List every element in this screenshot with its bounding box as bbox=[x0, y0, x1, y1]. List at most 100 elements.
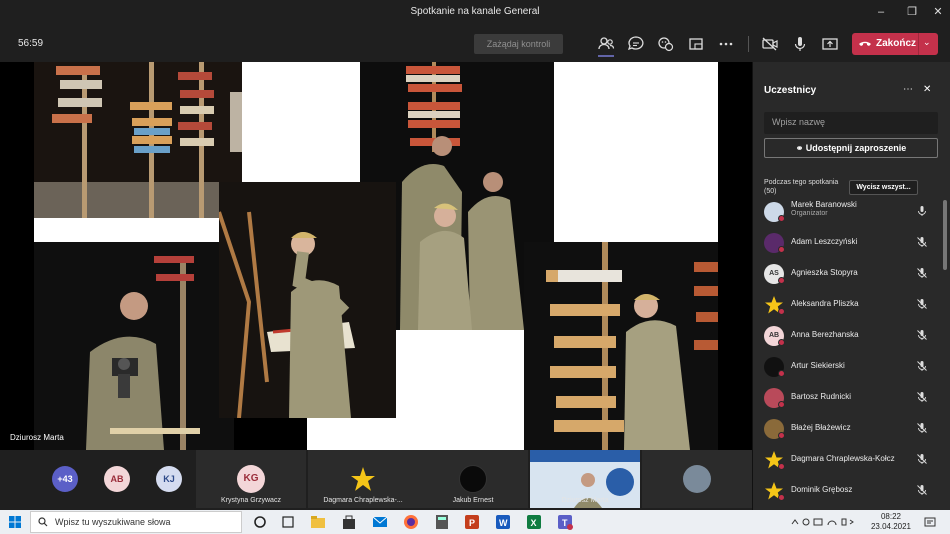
participant-bubble[interactable]: AB bbox=[104, 466, 130, 492]
participant-row[interactable]: Dagmara Chraplewska-Kołcz bbox=[764, 446, 942, 472]
participant-name: Agnieszka Stopyra bbox=[791, 268, 858, 277]
shared-blank-area bbox=[242, 62, 360, 183]
close-window-icon[interactable]: ✕ bbox=[929, 4, 947, 20]
share-screen-icon[interactable] bbox=[820, 34, 840, 54]
people-active-indicator bbox=[598, 55, 614, 57]
more-options-icon[interactable] bbox=[716, 34, 736, 54]
panel-title: Uczestnicy bbox=[764, 85, 817, 96]
microphone-icon[interactable] bbox=[790, 34, 810, 54]
cortana-icon[interactable] bbox=[251, 513, 269, 531]
store-icon[interactable] bbox=[340, 513, 358, 531]
meeting-toolbar: 56:59 Zażądaj kontroli Zakończ ⌄ bbox=[0, 26, 950, 62]
svg-text:X: X bbox=[531, 518, 537, 528]
mic-muted-icon[interactable] bbox=[916, 484, 928, 496]
search-icon bbox=[38, 517, 48, 527]
hangup-label: Zakończ bbox=[876, 38, 917, 49]
scrollbar[interactable] bbox=[943, 200, 947, 270]
participant-row[interactable]: AS Agnieszka Stopyra bbox=[764, 260, 942, 286]
participant-name: Anna Berezhanska bbox=[791, 330, 859, 339]
participant-name: Artur Siekierski bbox=[791, 361, 845, 370]
taskbar: Wpisz tu wyszukiwane słowa P W X T 08:22… bbox=[0, 510, 950, 534]
toolbar-separator bbox=[748, 36, 749, 52]
clock-time: 08:22 bbox=[880, 512, 902, 521]
participant-tile[interactable] bbox=[642, 450, 752, 508]
mic-muted-icon[interactable] bbox=[916, 422, 928, 434]
participant-row[interactable]: Adam Leszczyński bbox=[764, 229, 942, 255]
meeting-timer: 56:59 bbox=[18, 38, 44, 49]
mic-muted-icon[interactable] bbox=[916, 329, 928, 341]
system-tray-icons[interactable] bbox=[790, 517, 860, 527]
mic-muted-icon[interactable] bbox=[916, 453, 928, 465]
clock-date: 23.04.2021 bbox=[870, 522, 912, 531]
participant-row[interactable]: Bartosz Rudnicki bbox=[764, 384, 942, 410]
participant-row[interactable]: Aleksandra Pliszka bbox=[764, 291, 942, 317]
participant-tile[interactable]: KG Krystyna Grzywacz bbox=[196, 450, 306, 508]
shared-photo-drill bbox=[34, 242, 234, 450]
task-view-icon[interactable] bbox=[279, 513, 297, 531]
mail-icon[interactable] bbox=[371, 513, 389, 531]
participant-name: Aleksandra Pliszka bbox=[791, 299, 859, 308]
microphone-icon[interactable] bbox=[916, 205, 928, 217]
participant-tile-video[interactable]: Dziurosz Marta bbox=[530, 450, 640, 508]
mic-muted-icon[interactable] bbox=[916, 236, 928, 248]
presence-badge bbox=[778, 308, 785, 315]
excel-icon[interactable]: X bbox=[525, 513, 543, 531]
panel-more-icon[interactable]: ⋯ bbox=[903, 84, 913, 95]
camera-off-icon[interactable] bbox=[760, 34, 780, 54]
hangup-divider bbox=[918, 33, 919, 55]
share-invite-button[interactable]: ⚭ Udostępnij zaproszenie bbox=[764, 138, 938, 158]
participant-row[interactable]: AB Anna Berezhanska bbox=[764, 322, 942, 348]
presence-badge bbox=[778, 494, 785, 501]
firefox-icon[interactable] bbox=[402, 513, 420, 531]
minimize-icon[interactable]: – bbox=[872, 4, 890, 20]
people-icon[interactable] bbox=[596, 34, 616, 57]
mic-muted-icon[interactable] bbox=[916, 298, 928, 310]
mic-muted-icon[interactable] bbox=[916, 391, 928, 403]
mic-muted-icon[interactable] bbox=[916, 360, 928, 372]
calculator-icon[interactable] bbox=[433, 513, 451, 531]
windows-start-icon[interactable] bbox=[9, 516, 21, 528]
request-control-button[interactable]: Zażądaj kontroli bbox=[474, 34, 563, 54]
participant-row[interactable]: Dominik Grębosz bbox=[764, 477, 942, 503]
participant-tile[interactable]: Dagmara Chraplewska-... bbox=[308, 450, 418, 508]
presence-badge bbox=[778, 215, 785, 222]
mic-muted-icon[interactable] bbox=[916, 267, 928, 279]
participant-row[interactable]: Marek Baranowski Organizator bbox=[764, 198, 942, 224]
hangup-button[interactable]: Zakończ ⌄ bbox=[852, 33, 938, 55]
participant-tile-name: Krystyna Grzywacz bbox=[221, 497, 281, 504]
participant-tile-name: Dagmara Chraplewska-... bbox=[323, 497, 403, 504]
taskbar-search-input[interactable]: Wpisz tu wyszukiwane słowa bbox=[30, 511, 242, 533]
share-invite-label: Udostępnij zaproszenie bbox=[805, 143, 907, 153]
section-label[interactable]: Podczas tego spotkania (50) bbox=[764, 178, 849, 196]
word-icon[interactable]: W bbox=[494, 513, 512, 531]
restore-icon[interactable]: ❐ bbox=[903, 4, 921, 20]
mute-all-button[interactable]: Wycisz wszyst... bbox=[849, 180, 918, 195]
presence-badge bbox=[778, 277, 785, 284]
presence-badge bbox=[778, 432, 785, 439]
presenter-label: Dziurosz Marta bbox=[10, 433, 64, 442]
participant-row[interactable]: Artur Siekierski bbox=[764, 353, 942, 379]
participant-tile[interactable]: Jakub Ernest bbox=[418, 450, 528, 508]
presence-badge bbox=[778, 463, 785, 470]
chevron-down-icon[interactable]: ⌄ bbox=[923, 37, 931, 48]
chat-icon[interactable] bbox=[626, 34, 646, 54]
participant-bubble[interactable]: KJ bbox=[156, 466, 182, 492]
notifications-icon[interactable] bbox=[924, 516, 936, 528]
svg-text:W: W bbox=[499, 518, 508, 528]
close-icon[interactable]: ✕ bbox=[923, 84, 931, 95]
svg-text:P: P bbox=[469, 518, 475, 528]
powerpoint-icon[interactable]: P bbox=[463, 513, 481, 531]
share-tray-icon[interactable] bbox=[686, 34, 706, 54]
teams-icon[interactable]: T bbox=[556, 513, 574, 531]
participant-tile-name: Dziurosz Marta bbox=[561, 497, 609, 504]
file-explorer-icon[interactable] bbox=[309, 513, 327, 531]
shared-photo-sign bbox=[219, 182, 396, 418]
participant-row[interactable]: Błażej Błażewicz bbox=[764, 415, 942, 441]
reactions-icon[interactable] bbox=[656, 34, 676, 54]
participant-name: Bartosz Rudnicki bbox=[791, 392, 852, 401]
participant-search-input[interactable]: Wpisz nazwę bbox=[764, 112, 938, 134]
share-icon: ⚭ bbox=[795, 143, 806, 153]
overflow-participants-bubble[interactable]: +43 bbox=[52, 466, 78, 492]
participant-role: Organizator bbox=[791, 210, 828, 217]
taskbar-clock[interactable]: 08:22 23.04.2021 bbox=[868, 512, 914, 532]
